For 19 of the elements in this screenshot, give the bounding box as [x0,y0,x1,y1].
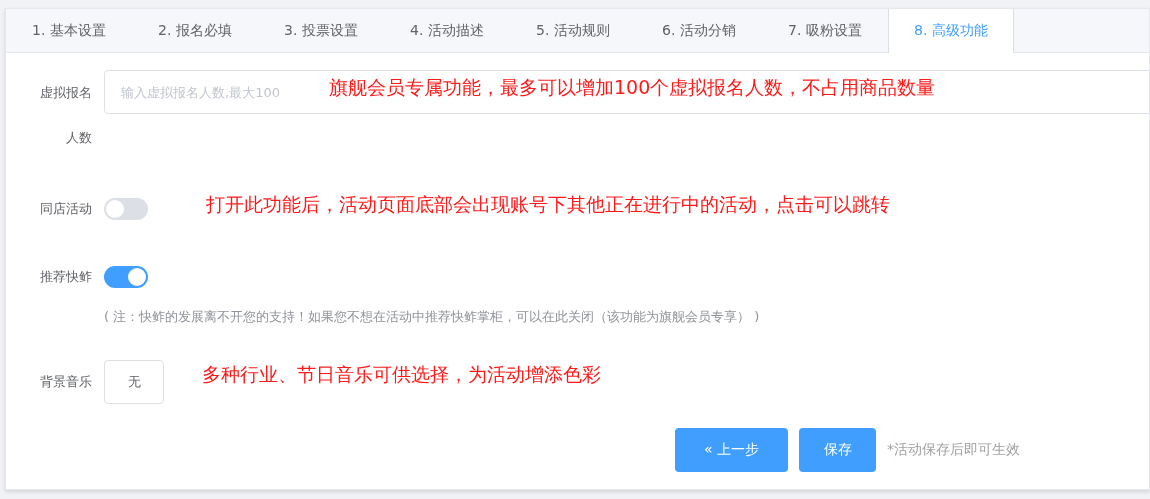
music-select[interactable]: 无 [104,360,164,404]
tab[interactable]: 3. 投票设置 [258,9,384,52]
field-label: 背景音乐 [39,373,93,391]
tab[interactable]: 5. 活动规则 [510,9,636,52]
hint-text: *活动保存后即可生效 [887,441,1020,459]
note-text: ( 注：快鲊的发展离不开您的支持！如果您不想在活动中推荐快鲊掌柜，可以在此关闭（该功能为旗舰会员专享） ) [104,308,760,326]
tab[interactable]: 6. 活动分销 [636,9,762,52]
field-label: 虚拟报名人数 [39,84,93,147]
field-label: 推荐快鲊 [39,268,93,286]
tab[interactable]: 1. 基本设置 [6,9,132,52]
tab[interactable]: 2. 报名必填 [132,9,258,52]
toggle-switch[interactable] [104,266,148,288]
tab[interactable]: 7. 吸粉设置 [762,9,888,52]
annotation-text: 多种行业、节日音乐可供选择，为活动增添色彩 [202,362,601,387]
field-label: 同店活动 [39,200,93,218]
annotation-text: 旗舰会员专属功能，最多可以增加100个虚拟报名人数，不占用商品数量 [329,75,936,100]
annotation-text: 打开此功能后，活动页面底部会出现账号下其他正在进行中的活动，点击可以跳转 [206,192,890,217]
tab[interactable]: 4. 活动描述 [384,9,510,52]
toggle-switch[interactable] [104,198,148,220]
